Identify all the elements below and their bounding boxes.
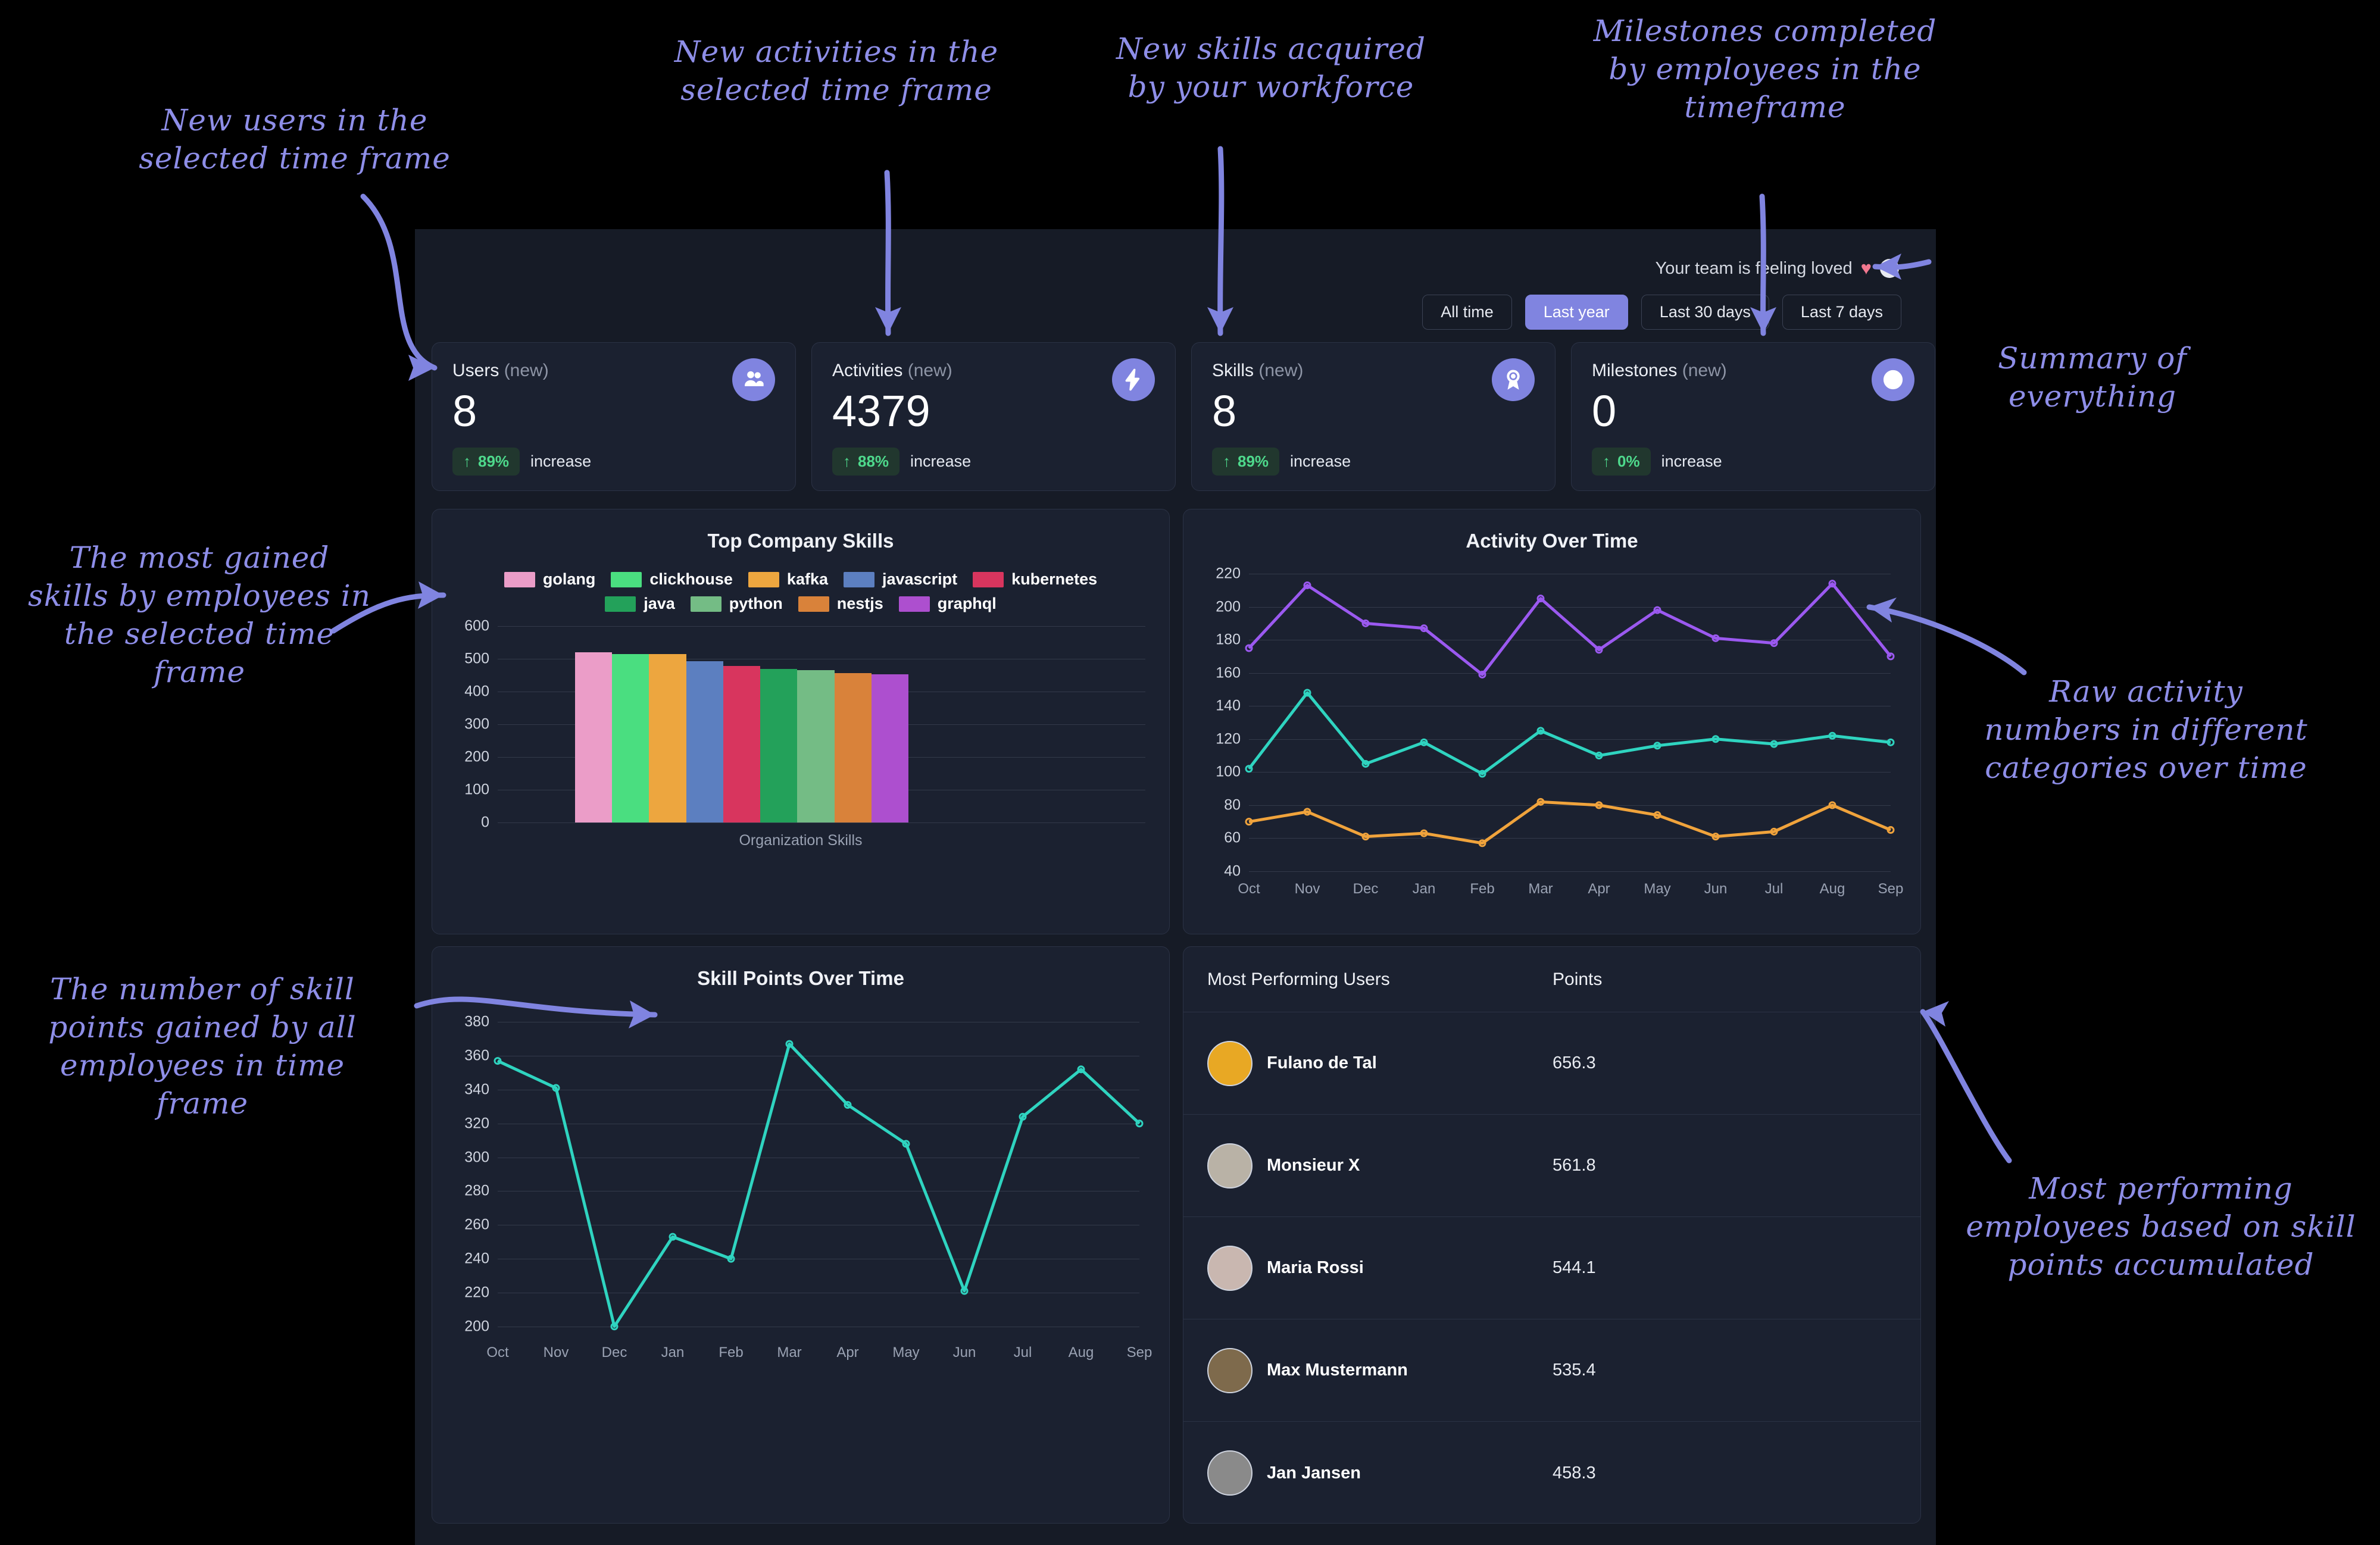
annotation-summary: Summary of everything [1998, 341, 2187, 414]
annotation-new-users: New users in the selected time frame [139, 103, 451, 176]
annotation-milestones: Milestones completed by employees in the… [1593, 14, 1937, 124]
annotation-raw-activity: Raw activity numbers in different catego… [1984, 674, 2308, 785]
annotation-new-activities: New activities in the selected time fram… [674, 35, 999, 107]
annotation-performers: Most performing employees based on skill… [1966, 1171, 2356, 1282]
annotation-top-skills: The most gained skills by employees in t… [28, 540, 371, 689]
annotation-skill-points: The number of skill points gained by all… [48, 972, 357, 1121]
annotation-new-skills: New skills acquired by your workforce [1116, 32, 1426, 104]
